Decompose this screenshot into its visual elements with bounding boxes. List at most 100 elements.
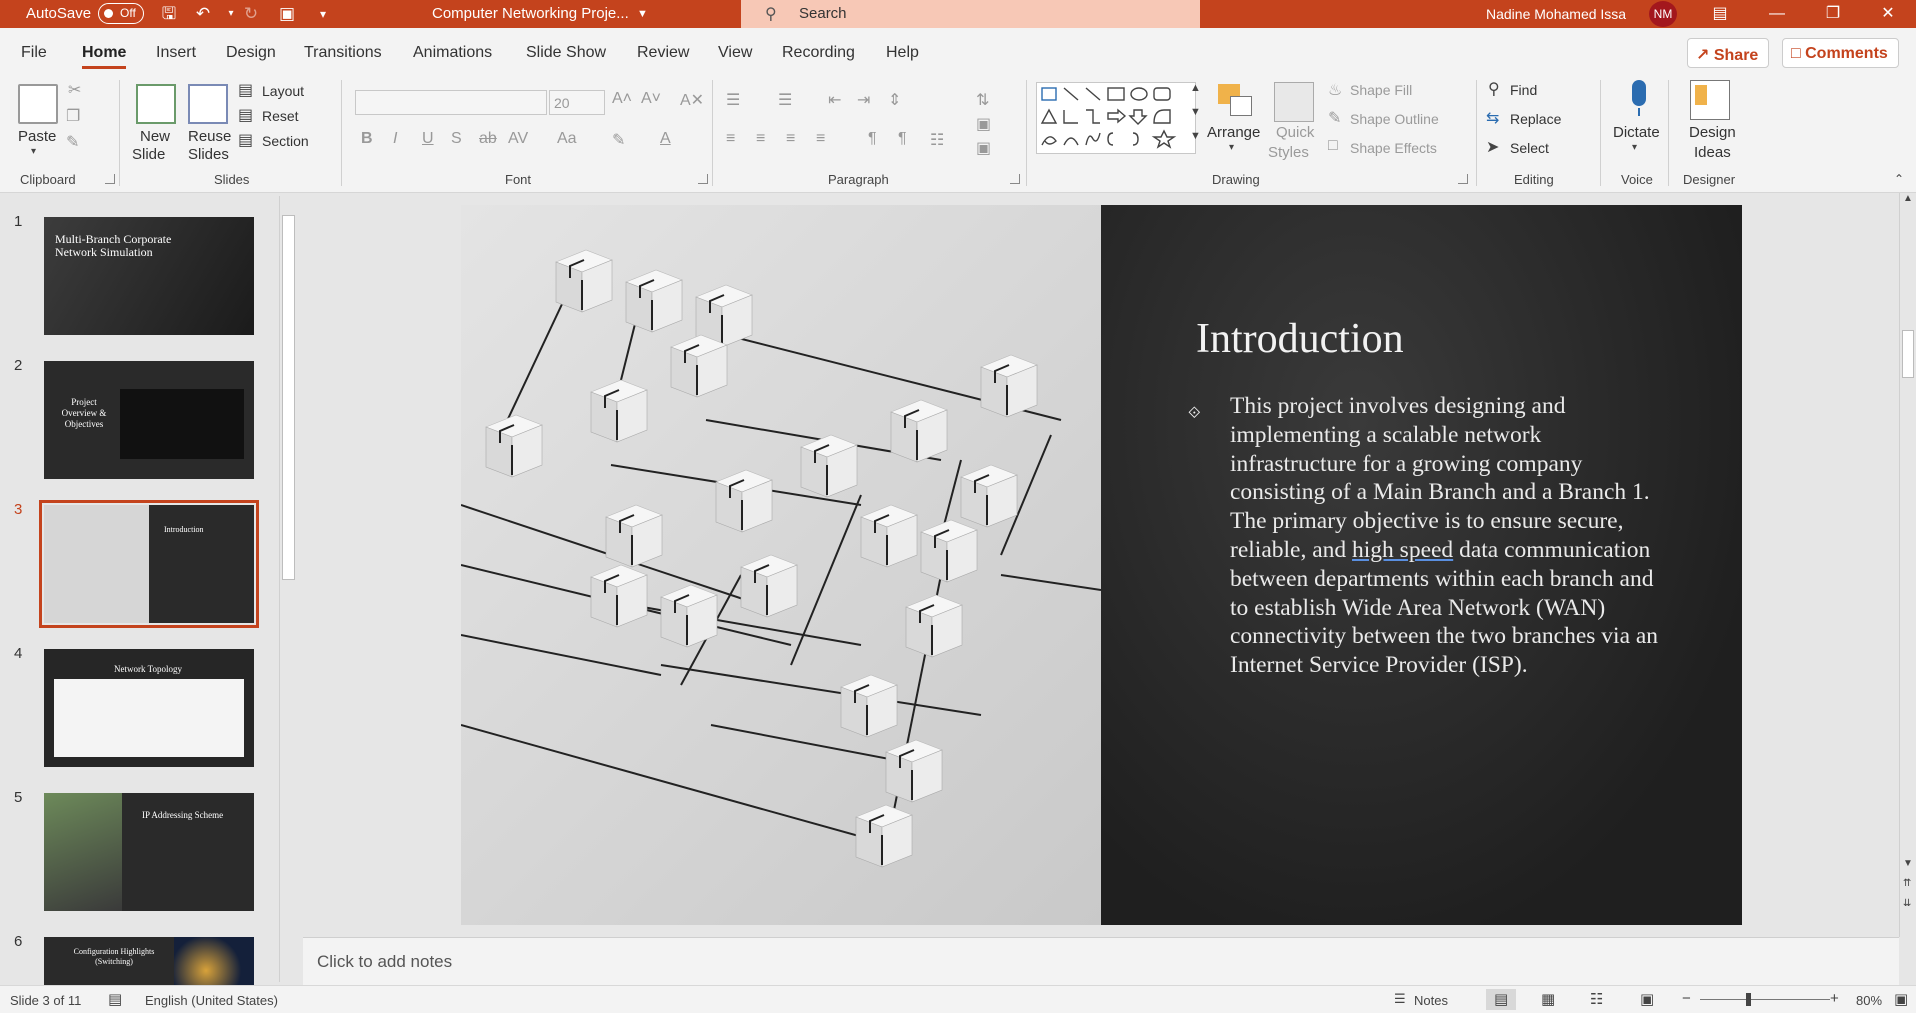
format-painter-icon[interactable]: ✎ xyxy=(66,132,79,152)
ribbon-display-icon[interactable]: ▤ xyxy=(1705,2,1735,26)
paste-dropdown-icon[interactable]: ▾ xyxy=(31,146,36,157)
notes-button[interactable]: Notes xyxy=(1414,993,1448,1008)
slide-body-text[interactable]: This project involves designing and impl… xyxy=(1230,392,1660,680)
minimize-icon[interactable]: — xyxy=(1762,2,1792,26)
tab-home[interactable]: Home xyxy=(82,44,127,69)
shape-effects-button[interactable]: Shape Effects xyxy=(1350,140,1437,156)
cut-icon[interactable]: ✂ xyxy=(68,80,81,100)
comments-button[interactable]: □ Comments xyxy=(1782,38,1899,68)
editor-scrollbar[interactable]: ▲ ▼ ⇈ ⇊ xyxy=(1899,193,1916,937)
slide-title[interactable]: Introduction xyxy=(1196,315,1404,363)
paste-icon[interactable] xyxy=(18,84,58,124)
gallery-up-icon[interactable]: ▲ xyxy=(1190,82,1201,94)
design-ideas-label-1[interactable]: Design xyxy=(1689,124,1736,141)
underline-button[interactable]: U xyxy=(422,130,434,148)
change-case-button[interactable]: Aa xyxy=(557,130,577,148)
ltr-icon[interactable]: ¶ xyxy=(868,130,877,148)
shape-effects-icon[interactable]: □ xyxy=(1328,137,1338,155)
new-slide-label-2[interactable]: Slide xyxy=(132,146,165,163)
save-icon[interactable]: 🖫 xyxy=(158,3,180,25)
gallery-more-icon[interactable]: ▼ xyxy=(1190,130,1201,142)
slide-thumbnail-4[interactable]: Network Topology xyxy=(44,649,254,767)
notes-pane[interactable]: Click to add notes xyxy=(303,937,1899,985)
new-slide-label-1[interactable]: New xyxy=(140,128,170,145)
notes-icon[interactable]: ☰ xyxy=(1394,991,1406,1007)
thumbnail-scroll-thumb[interactable] xyxy=(282,215,295,580)
slide-thumbnail-5[interactable]: IP Addressing Scheme xyxy=(44,793,254,911)
quick-styles-icon[interactable] xyxy=(1274,82,1314,122)
slide-canvas[interactable]: Introduction ⟐ This project involves des… xyxy=(461,205,1742,925)
align-text-icon[interactable]: ▣ xyxy=(976,114,991,134)
user-name[interactable]: Nadine Mohamed Issa xyxy=(1486,6,1626,22)
zoom-level[interactable]: 80% xyxy=(1856,993,1882,1008)
increase-indent-icon[interactable]: ⇥ xyxy=(857,90,870,110)
undo-icon[interactable]: ↶ xyxy=(192,3,214,25)
avatar[interactable]: NM xyxy=(1649,1,1677,27)
dictate-button[interactable]: Dictate xyxy=(1613,124,1660,141)
arrange-button[interactable]: Arrange xyxy=(1207,124,1260,141)
new-slide-icon[interactable] xyxy=(136,84,176,124)
highlight-icon[interactable]: ✎ xyxy=(612,130,625,150)
arrange-dropdown-icon[interactable]: ▾ xyxy=(1229,142,1234,153)
reuse-slides-label-2[interactable]: Slides xyxy=(188,146,229,163)
strikethrough-button[interactable]: ab xyxy=(479,130,497,148)
clear-formatting-icon[interactable]: A✕ xyxy=(680,90,704,110)
tab-animations[interactable]: Animations xyxy=(413,44,492,62)
tab-help[interactable]: Help xyxy=(886,44,919,62)
reuse-slides-label-1[interactable]: Reuse xyxy=(188,128,231,145)
editor-scroll-thumb[interactable] xyxy=(1902,330,1914,378)
slide-thumbnail-1[interactable]: Multi-Branch Corporate Network Simulatio… xyxy=(44,217,254,335)
tab-view[interactable]: View xyxy=(718,44,752,62)
scroll-up-icon[interactable]: ▲ xyxy=(1903,193,1913,204)
slide-thumbnail-3[interactable]: Introduction xyxy=(39,500,259,628)
zoom-slider-thumb[interactable] xyxy=(1746,993,1751,1006)
slide-sorter-icon[interactable]: ▦ xyxy=(1541,990,1555,1008)
restore-icon[interactable]: ❐ xyxy=(1818,2,1848,26)
collapse-ribbon-icon[interactable]: ⌃ xyxy=(1894,172,1904,186)
share-button[interactable]: ↗ Share xyxy=(1687,38,1770,68)
align-left-icon[interactable]: ≡ xyxy=(726,130,735,148)
next-slide-icon[interactable]: ⇊ xyxy=(1903,898,1911,909)
arrange-icon[interactable] xyxy=(1216,82,1256,122)
language-indicator[interactable]: English (United States) xyxy=(145,993,278,1008)
quick-styles-label-1[interactable]: Quick xyxy=(1276,124,1314,141)
text-direction-icon[interactable]: ⇅ xyxy=(976,90,989,110)
microphone-icon[interactable] xyxy=(1620,80,1660,120)
network-blocks-image[interactable] xyxy=(461,205,1102,925)
fit-to-window-icon[interactable]: ▣ xyxy=(1894,990,1908,1008)
align-right-icon[interactable]: ≡ xyxy=(786,130,795,148)
rtl-icon[interactable]: ¶ xyxy=(898,130,907,148)
shape-fill-button[interactable]: Shape Fill xyxy=(1350,82,1412,98)
redo-icon[interactable]: ↻ xyxy=(240,3,262,25)
clipboard-launcher-icon[interactable] xyxy=(105,174,115,184)
italic-button[interactable]: I xyxy=(393,130,397,148)
normal-view-icon[interactable]: ▤ xyxy=(1494,990,1508,1008)
zoom-slider-track[interactable] xyxy=(1700,999,1830,1000)
text-shadow-button[interactable]: S xyxy=(451,130,462,148)
font-family-select[interactable] xyxy=(355,90,547,115)
reset-button[interactable]: Reset xyxy=(262,108,299,124)
slide-thumbnail-6[interactable]: Configuration Highlights (Switching) xyxy=(44,937,254,985)
zoom-out-icon[interactable]: − xyxy=(1682,990,1691,1007)
tab-file[interactable]: File xyxy=(21,44,47,62)
character-spacing-button[interactable]: AV xyxy=(508,130,528,148)
select-button[interactable]: Select xyxy=(1510,140,1549,156)
slide-thumbnails-pane[interactable]: 1 Multi-Branch Corporate Network Simulat… xyxy=(0,193,302,985)
undo-dropdown-icon[interactable]: ▾ xyxy=(220,3,242,25)
shape-fill-icon[interactable]: ♨ xyxy=(1328,80,1342,100)
document-title[interactable]: Computer Networking Proje... xyxy=(432,5,629,22)
accessibility-icon[interactable]: ▤ xyxy=(108,990,122,1008)
slide-thumbnail-2[interactable]: Project Overview & Objectives xyxy=(44,361,254,479)
bold-button[interactable]: B xyxy=(361,130,373,148)
design-ideas-label-2[interactable]: Ideas xyxy=(1694,144,1731,161)
increase-font-icon[interactable]: A˄ xyxy=(612,90,632,108)
copy-icon[interactable]: ❐ xyxy=(66,106,80,126)
dictate-dropdown-icon[interactable]: ▾ xyxy=(1632,142,1637,153)
font-size-select[interactable]: 20 xyxy=(549,90,605,115)
smartart-icon[interactable]: ▣ xyxy=(976,138,991,158)
layout-icon[interactable]: ▤ xyxy=(238,80,253,100)
numbering-icon[interactable]: ☰ xyxy=(778,90,792,110)
design-ideas-icon[interactable] xyxy=(1690,80,1730,120)
tab-recording[interactable]: Recording xyxy=(782,44,855,62)
font-launcher-icon[interactable] xyxy=(698,174,708,184)
